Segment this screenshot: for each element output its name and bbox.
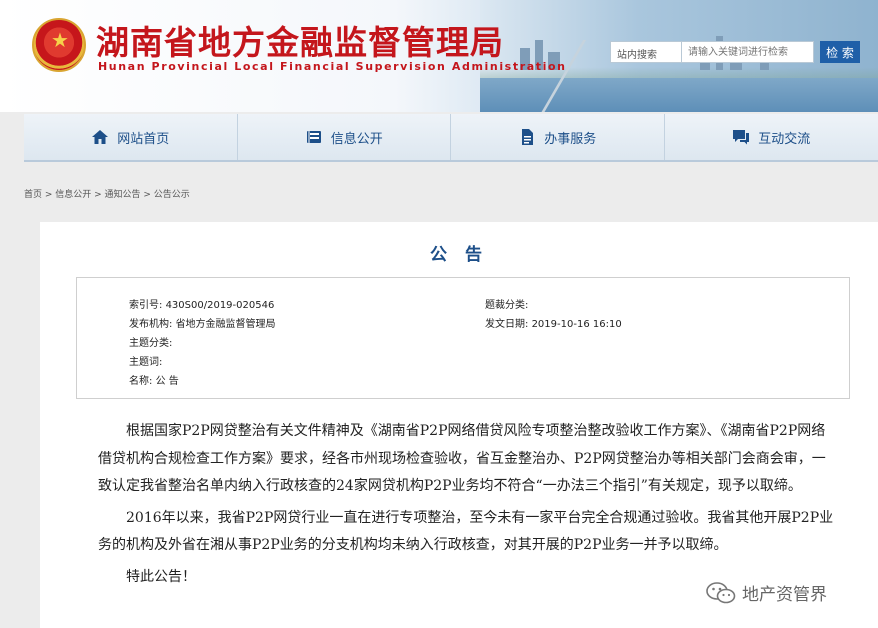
nav-item-home[interactable]: 网站首页 [24,114,238,160]
search-input[interactable] [682,41,814,63]
meta-category: 题裁分类: [485,296,528,311]
site-title: 湖南省地方金融监督管理局 [96,23,504,62]
chat-icon [732,128,750,146]
article-paragraph: 根据国家P2P网贷整治有关文件精神及《湖南省P2P网络借贷风险专项整治整改验收工… [98,423,826,494]
meta-label: 主题词: [129,357,163,368]
nav-item-interaction[interactable]: 互动交流 [665,114,878,160]
nav-item-label: 网站首页 [117,131,170,147]
nav-item-label: 互动交流 [758,131,811,147]
book-icon [305,128,323,146]
meta-value: 公 告 [155,376,179,387]
nav-item-services[interactable]: 办事服务 [451,114,665,160]
national-emblem-icon: ★ [32,18,86,72]
meta-publisher: 发布机构: 省地方金融监督管理局 [129,315,276,330]
river-image [480,78,878,112]
site-header: ★ 湖南省地方金融监督管理局 Hunan Provincial Local Fi… [0,0,878,112]
watermark-text: 地产资管界 [742,585,827,605]
meta-keyword: 主题词: [129,353,162,368]
meta-label: 题裁分类: [485,300,529,311]
nav-item-label: 办事服务 [544,131,597,147]
meta-value: 2019-10-16 16:10 [531,319,622,330]
meta-label: 主题分类: [129,338,173,349]
article-paragraph: 2016年以来，我省P2P网贷行业一直在进行专项整治，至今未有一家平台完全合规通… [98,509,834,554]
meta-value: 省地方金融监督管理局 [175,319,276,330]
article-meta-box: 索引号: 430S00/2019-020546 题裁分类: 发布机构: 省地方金… [76,277,850,399]
breadcrumb[interactable]: 首页 > 信息公开 > 通知公告 > 公告公示 [24,187,190,200]
meta-value: 430S00/2019-020546 [165,300,275,311]
nav-item-label: 信息公开 [330,131,383,147]
meta-label: 索引号: [129,300,163,311]
meta-label: 发布机构: [129,319,173,330]
meta-index: 索引号: 430S00/2019-020546 [129,296,274,311]
meta-label: 发文日期: [485,319,529,330]
document-icon [518,128,536,146]
wechat-watermark: 地产资管界 [706,580,827,605]
article-body: 根据国家P2P网贷整治有关文件精神及《湖南省P2P网络借贷风险专项整治整改验收工… [98,418,838,591]
home-icon [91,128,109,146]
meta-date: 发文日期: 2019-10-16 16:10 [485,315,622,330]
article-panel: 公 告 索引号: 430S00/2019-020546 题裁分类: 发布机构: … [40,222,878,628]
meta-label: 名称: [129,376,153,387]
nav-item-info-disclosure[interactable]: 信息公开 [238,114,451,160]
search-button[interactable]: 检 索 [820,41,860,63]
meta-topic: 主题分类: [129,334,172,349]
meta-name: 名称: 公 告 [129,372,179,387]
wechat-icon [706,581,736,604]
main-nav: 网站首页 信息公开 办事服务 互动交流 [24,114,878,162]
search-scope-select[interactable]: 站内搜索 [610,41,682,63]
page-title: 公 告 [430,245,488,265]
site-subtitle: Hunan Provincial Local Financial Supervi… [98,60,567,73]
search-bar: 站内搜索 检 索 [610,41,862,63]
